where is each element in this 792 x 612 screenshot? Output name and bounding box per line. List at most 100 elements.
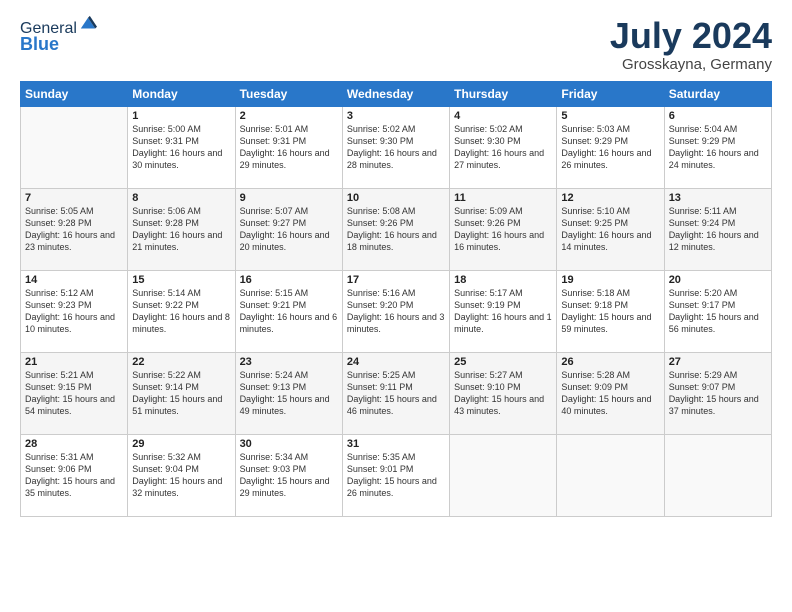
day-info: Sunrise: 5:02 AMSunset: 9:30 PMDaylight:…	[347, 123, 445, 172]
day-info: Sunrise: 5:21 AMSunset: 9:15 PMDaylight:…	[25, 369, 123, 418]
day-info: Sunrise: 5:09 AMSunset: 9:26 PMDaylight:…	[454, 205, 552, 254]
day-number: 27	[669, 356, 767, 368]
day-number: 5	[561, 110, 659, 122]
day-number: 2	[240, 110, 338, 122]
day-cell: 15Sunrise: 5:14 AMSunset: 9:22 PMDayligh…	[128, 270, 235, 352]
day-number: 20	[669, 274, 767, 286]
day-info: Sunrise: 5:11 AMSunset: 9:24 PMDaylight:…	[669, 205, 767, 254]
day-cell: 23Sunrise: 5:24 AMSunset: 9:13 PMDayligh…	[235, 352, 342, 434]
day-info: Sunrise: 5:14 AMSunset: 9:22 PMDaylight:…	[132, 287, 230, 336]
day-cell: 26Sunrise: 5:28 AMSunset: 9:09 PMDayligh…	[557, 352, 664, 434]
day-info: Sunrise: 5:31 AMSunset: 9:06 PMDaylight:…	[25, 451, 123, 500]
day-cell: 11Sunrise: 5:09 AMSunset: 9:26 PMDayligh…	[450, 188, 557, 270]
day-number: 11	[454, 192, 552, 204]
header-row: SundayMondayTuesdayWednesdayThursdayFrid…	[21, 81, 772, 106]
day-info: Sunrise: 5:15 AMSunset: 9:21 PMDaylight:…	[240, 287, 338, 336]
day-cell: 29Sunrise: 5:32 AMSunset: 9:04 PMDayligh…	[128, 434, 235, 516]
day-number: 18	[454, 274, 552, 286]
day-cell: 7Sunrise: 5:05 AMSunset: 9:28 PMDaylight…	[21, 188, 128, 270]
day-header-wednesday: Wednesday	[342, 81, 449, 106]
day-cell: 24Sunrise: 5:25 AMSunset: 9:11 PMDayligh…	[342, 352, 449, 434]
day-number: 4	[454, 110, 552, 122]
day-info: Sunrise: 5:03 AMSunset: 9:29 PMDaylight:…	[561, 123, 659, 172]
day-cell: 16Sunrise: 5:15 AMSunset: 9:21 PMDayligh…	[235, 270, 342, 352]
day-info: Sunrise: 5:28 AMSunset: 9:09 PMDaylight:…	[561, 369, 659, 418]
day-number: 21	[25, 356, 123, 368]
day-info: Sunrise: 5:02 AMSunset: 9:30 PMDaylight:…	[454, 123, 552, 172]
day-number: 10	[347, 192, 445, 204]
day-number: 9	[240, 192, 338, 204]
day-cell	[664, 434, 771, 516]
day-cell: 25Sunrise: 5:27 AMSunset: 9:10 PMDayligh…	[450, 352, 557, 434]
day-cell: 6Sunrise: 5:04 AMSunset: 9:29 PMDaylight…	[664, 106, 771, 188]
calendar-table: SundayMondayTuesdayWednesdayThursdayFrid…	[20, 81, 772, 517]
day-cell: 9Sunrise: 5:07 AMSunset: 9:27 PMDaylight…	[235, 188, 342, 270]
day-cell: 5Sunrise: 5:03 AMSunset: 9:29 PMDaylight…	[557, 106, 664, 188]
week-row-4: 21Sunrise: 5:21 AMSunset: 9:15 PMDayligh…	[21, 352, 772, 434]
day-info: Sunrise: 5:34 AMSunset: 9:03 PMDaylight:…	[240, 451, 338, 500]
logo: General Blue	[20, 20, 97, 55]
day-info: Sunrise: 5:12 AMSunset: 9:23 PMDaylight:…	[25, 287, 123, 336]
page: General Blue July 2024 Grosskayna, Germa…	[0, 0, 792, 612]
day-cell: 31Sunrise: 5:35 AMSunset: 9:01 PMDayligh…	[342, 434, 449, 516]
day-number: 28	[25, 438, 123, 450]
day-cell: 22Sunrise: 5:22 AMSunset: 9:14 PMDayligh…	[128, 352, 235, 434]
day-cell: 10Sunrise: 5:08 AMSunset: 9:26 PMDayligh…	[342, 188, 449, 270]
day-number: 16	[240, 274, 338, 286]
week-row-3: 14Sunrise: 5:12 AMSunset: 9:23 PMDayligh…	[21, 270, 772, 352]
day-cell: 27Sunrise: 5:29 AMSunset: 9:07 PMDayligh…	[664, 352, 771, 434]
day-cell: 17Sunrise: 5:16 AMSunset: 9:20 PMDayligh…	[342, 270, 449, 352]
day-info: Sunrise: 5:27 AMSunset: 9:10 PMDaylight:…	[454, 369, 552, 418]
day-cell: 2Sunrise: 5:01 AMSunset: 9:31 PMDaylight…	[235, 106, 342, 188]
day-cell: 28Sunrise: 5:31 AMSunset: 9:06 PMDayligh…	[21, 434, 128, 516]
day-info: Sunrise: 5:16 AMSunset: 9:20 PMDaylight:…	[347, 287, 445, 336]
day-number: 1	[132, 110, 230, 122]
day-info: Sunrise: 5:04 AMSunset: 9:29 PMDaylight:…	[669, 123, 767, 172]
day-number: 14	[25, 274, 123, 286]
day-cell: 12Sunrise: 5:10 AMSunset: 9:25 PMDayligh…	[557, 188, 664, 270]
day-cell	[21, 106, 128, 188]
day-cell: 18Sunrise: 5:17 AMSunset: 9:19 PMDayligh…	[450, 270, 557, 352]
day-header-thursday: Thursday	[450, 81, 557, 106]
day-number: 19	[561, 274, 659, 286]
day-cell: 14Sunrise: 5:12 AMSunset: 9:23 PMDayligh…	[21, 270, 128, 352]
day-cell: 1Sunrise: 5:00 AMSunset: 9:31 PMDaylight…	[128, 106, 235, 188]
logo-blue-text: Blue	[20, 34, 97, 55]
day-number: 3	[347, 110, 445, 122]
day-number: 30	[240, 438, 338, 450]
day-number: 24	[347, 356, 445, 368]
day-number: 23	[240, 356, 338, 368]
day-header-friday: Friday	[557, 81, 664, 106]
day-header-sunday: Sunday	[21, 81, 128, 106]
day-info: Sunrise: 5:29 AMSunset: 9:07 PMDaylight:…	[669, 369, 767, 418]
day-cell: 20Sunrise: 5:20 AMSunset: 9:17 PMDayligh…	[664, 270, 771, 352]
day-number: 15	[132, 274, 230, 286]
day-cell: 8Sunrise: 5:06 AMSunset: 9:28 PMDaylight…	[128, 188, 235, 270]
day-number: 6	[669, 110, 767, 122]
day-number: 29	[132, 438, 230, 450]
day-info: Sunrise: 5:24 AMSunset: 9:13 PMDaylight:…	[240, 369, 338, 418]
day-cell: 4Sunrise: 5:02 AMSunset: 9:30 PMDaylight…	[450, 106, 557, 188]
day-info: Sunrise: 5:10 AMSunset: 9:25 PMDaylight:…	[561, 205, 659, 254]
day-number: 26	[561, 356, 659, 368]
day-cell: 13Sunrise: 5:11 AMSunset: 9:24 PMDayligh…	[664, 188, 771, 270]
day-info: Sunrise: 5:08 AMSunset: 9:26 PMDaylight:…	[347, 205, 445, 254]
subtitle: Grosskayna, Germany	[610, 56, 772, 73]
day-number: 8	[132, 192, 230, 204]
day-number: 17	[347, 274, 445, 286]
day-info: Sunrise: 5:35 AMSunset: 9:01 PMDaylight:…	[347, 451, 445, 500]
day-cell	[557, 434, 664, 516]
logo-icon	[79, 15, 97, 33]
day-number: 13	[669, 192, 767, 204]
day-info: Sunrise: 5:06 AMSunset: 9:28 PMDaylight:…	[132, 205, 230, 254]
day-number: 22	[132, 356, 230, 368]
day-info: Sunrise: 5:17 AMSunset: 9:19 PMDaylight:…	[454, 287, 552, 336]
day-info: Sunrise: 5:07 AMSunset: 9:27 PMDaylight:…	[240, 205, 338, 254]
day-info: Sunrise: 5:20 AMSunset: 9:17 PMDaylight:…	[669, 287, 767, 336]
day-cell: 30Sunrise: 5:34 AMSunset: 9:03 PMDayligh…	[235, 434, 342, 516]
week-row-2: 7Sunrise: 5:05 AMSunset: 9:28 PMDaylight…	[21, 188, 772, 270]
day-info: Sunrise: 5:25 AMSunset: 9:11 PMDaylight:…	[347, 369, 445, 418]
day-number: 12	[561, 192, 659, 204]
day-cell	[450, 434, 557, 516]
day-cell: 19Sunrise: 5:18 AMSunset: 9:18 PMDayligh…	[557, 270, 664, 352]
